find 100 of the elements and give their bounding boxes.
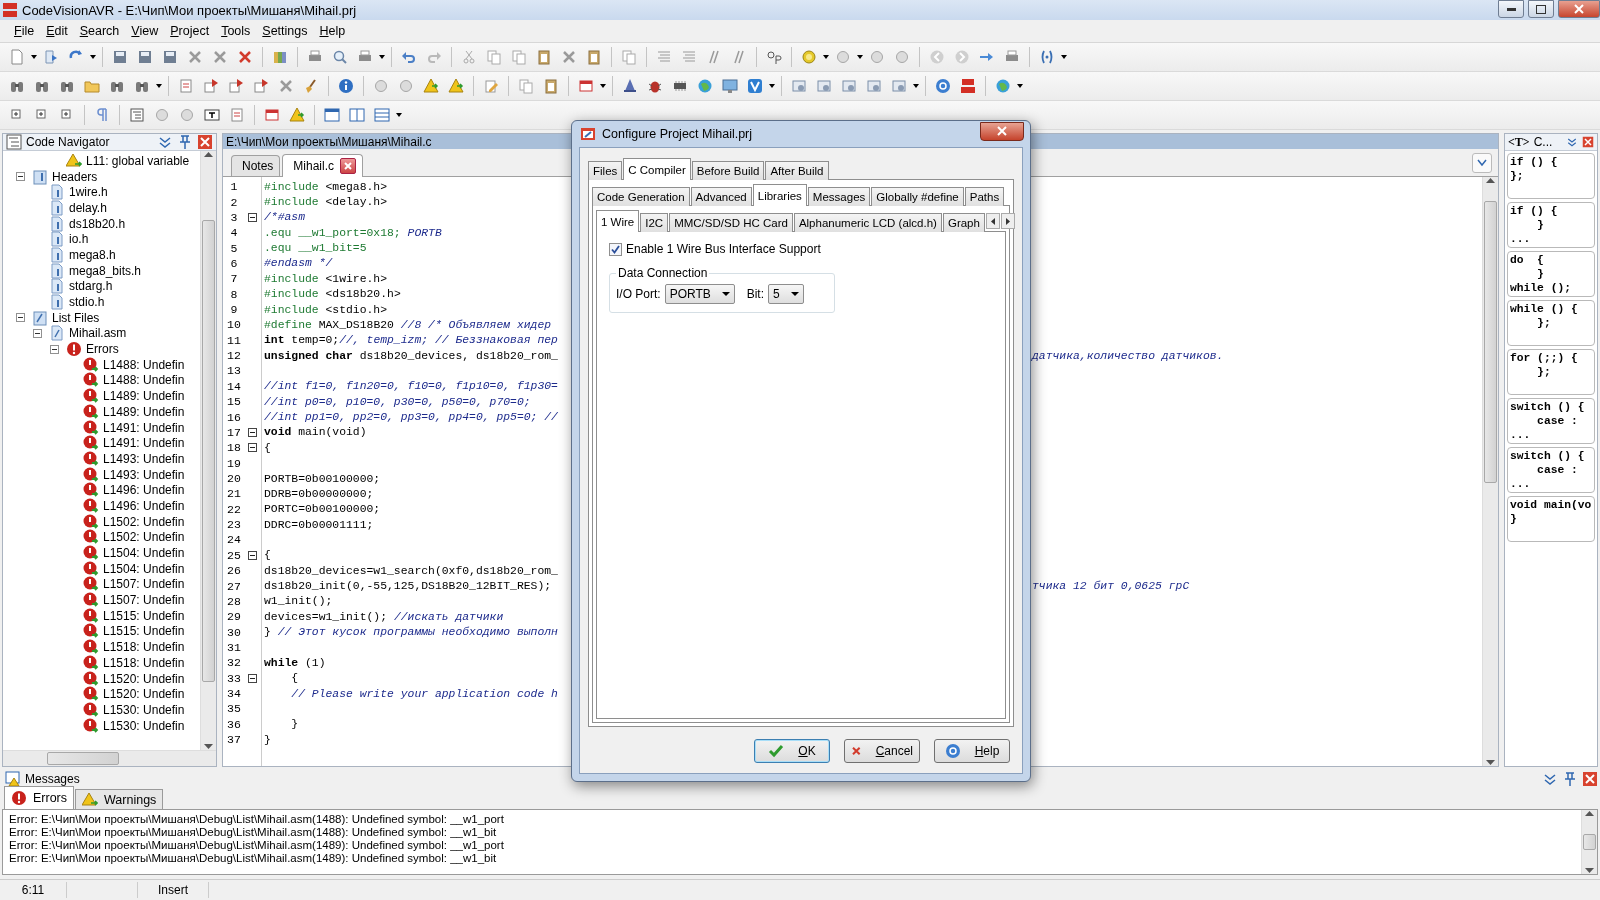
code-line: #endasm */ bbox=[264, 257, 333, 270]
tree-item[interactable]: List Files bbox=[50, 310, 102, 325]
line-number: 18 bbox=[226, 441, 242, 455]
tree-item[interactable]: L1504: Undefin bbox=[101, 546, 187, 561]
code-line: ds18b20_init(0,-55,125,DS18B20_12BIT_RES); bbox=[264, 580, 552, 592]
menu-item[interactable]: Project bbox=[164, 22, 216, 40]
tab[interactable]: Before Build bbox=[691, 161, 765, 180]
message-line[interactable]: Error: E:\Чип\Мои проекты\Мишаня\Debug\List\Mihail.asm(1489): Undefined symbol: __w1_port bbox=[9, 839, 1575, 852]
tree-item[interactable]: Headers bbox=[50, 169, 100, 184]
tree-item[interactable]: L1518: Undefin bbox=[101, 640, 187, 655]
line-number: 19 bbox=[226, 456, 242, 470]
message-line[interactable]: Error: E:\Чип\Мои проекты\Мишаня\Debug\List\Mihail.asm(1488): Undefined symbol: __w1_port bbox=[9, 813, 1575, 826]
tree-item[interactable]: stdarg.h bbox=[67, 279, 115, 294]
code-line: //int f1=0, f1n20=0, f10=0, f1p10=0, f1p30= bbox=[264, 380, 558, 393]
code-snippet[interactable]: for (;;) { }; bbox=[1507, 349, 1595, 395]
code-snippet[interactable]: do { } while (); bbox=[1507, 251, 1595, 297]
code-snippet[interactable]: if () { }; bbox=[1507, 153, 1595, 199]
menu-item[interactable]: Edit bbox=[40, 22, 74, 40]
tree-item[interactable]: L1488: Undefin bbox=[101, 373, 187, 388]
tree-item[interactable]: stdio.h bbox=[67, 295, 107, 310]
tree-item[interactable]: L1520: Undefin bbox=[101, 671, 187, 686]
tree-item[interactable]: 1wire.h bbox=[67, 185, 110, 200]
line-number: 22 bbox=[226, 502, 242, 516]
tree-item[interactable]: L1489: Undefin bbox=[101, 389, 187, 404]
tab[interactable]: C Compiler bbox=[623, 158, 691, 180]
code-line: unsigned char ds18b20_devices, ds18b20_rom_ bbox=[264, 349, 558, 362]
menu-item[interactable]: Search bbox=[73, 22, 126, 40]
tree-item[interactable]: L1507: Undefin bbox=[101, 577, 187, 592]
tree-item[interactable]: Errors bbox=[84, 342, 121, 357]
tree-item[interactable]: mega8_bits.h bbox=[67, 263, 144, 278]
panel-title: Messages bbox=[25, 772, 81, 786]
message-line[interactable]: Error: E:\Чип\Мои проекты\Мишаня\Debug\List\Mihail.asm(1489): Undefined symbol: __w1_bit bbox=[9, 852, 1575, 865]
tree-item[interactable]: L1507: Undefin bbox=[101, 593, 187, 608]
code-line: DDRB=0b00000000; bbox=[264, 487, 374, 500]
tree-item[interactable]: L1518: Undefin bbox=[101, 655, 187, 670]
tab[interactable]: Libraries bbox=[752, 184, 807, 206]
line-number: 10 bbox=[226, 318, 242, 332]
code-line: { bbox=[264, 441, 271, 454]
tree-item[interactable]: L1520: Undefin bbox=[101, 687, 187, 702]
menu-item[interactable]: Settings bbox=[256, 22, 314, 40]
tree-item[interactable]: L1491: Undefin bbox=[101, 420, 187, 435]
menu-item[interactable]: File bbox=[8, 22, 41, 40]
menu-item[interactable]: View bbox=[125, 22, 165, 40]
bit-select[interactable]: 5 bbox=[768, 284, 805, 304]
editor-tab[interactable]: Notes bbox=[231, 155, 281, 176]
tab[interactable]: Files bbox=[588, 161, 623, 180]
line-number: 26 bbox=[226, 564, 242, 578]
tree-item[interactable]: L11: global variable bbox=[84, 153, 192, 168]
code-line: } // Этот кусок программы необходимо выполн bbox=[264, 626, 558, 639]
output-tab[interactable]: Errors bbox=[4, 786, 75, 809]
tree-item[interactable]: L1530: Undefin bbox=[101, 718, 187, 733]
tab[interactable]: MMC/SD/SD HC Card bbox=[669, 213, 793, 232]
dialog-button[interactable]: Help bbox=[934, 739, 1010, 763]
line-number: 14 bbox=[226, 379, 242, 393]
tree-item[interactable]: L1493: Undefin bbox=[101, 467, 187, 482]
message-line[interactable]: Error: E:\Чип\Мои проекты\Мишаня\Debug\List\Mihail.asm(1488): Undefined symbol: __w1_bit bbox=[9, 826, 1575, 839]
checkbox-label[interactable]: Enable 1 Wire Bus Interface Support bbox=[626, 242, 821, 256]
tree-item[interactable]: L1515: Undefin bbox=[101, 608, 187, 623]
tab[interactable]: Advanced bbox=[690, 187, 752, 206]
dialog-button[interactable]: OK bbox=[754, 739, 830, 763]
tab[interactable]: Code Generation bbox=[592, 187, 690, 206]
menu-item[interactable]: Tools bbox=[215, 22, 257, 40]
tree-item[interactable]: L1489: Undefin bbox=[101, 404, 187, 419]
menu-item[interactable]: Help bbox=[313, 22, 352, 40]
port-select[interactable]: PORTB bbox=[664, 284, 735, 304]
output-tab[interactable]: Warnings bbox=[75, 789, 164, 809]
tree-item[interactable]: L1515: Undefin bbox=[101, 624, 187, 639]
tree-item[interactable]: L1496: Undefin bbox=[101, 483, 187, 498]
tab[interactable]: I2C bbox=[640, 213, 669, 232]
dialog-button[interactable]: Cancel bbox=[844, 739, 920, 763]
tree-item[interactable]: mega8.h bbox=[67, 247, 118, 262]
code-snippet[interactable]: switch () { case : ... bbox=[1507, 398, 1595, 444]
tree-item[interactable]: L1488: Undefin bbox=[101, 357, 187, 372]
panel-title: C... bbox=[1533, 135, 1554, 149]
tree-item[interactable]: io.h bbox=[67, 232, 91, 247]
line-number: 33 bbox=[226, 671, 242, 685]
tab[interactable]: After Build bbox=[765, 161, 829, 180]
code-line: //int p0=0, p10=0, p30=0, p50=0, p70=0; bbox=[264, 395, 531, 408]
code-snippet[interactable]: while () { }; bbox=[1507, 300, 1595, 346]
tab[interactable]: Paths bbox=[964, 187, 1005, 206]
tree-item[interactable]: delay.h bbox=[67, 200, 109, 215]
tree-item[interactable]: L1491: Undefin bbox=[101, 436, 187, 451]
tab[interactable]: 1 Wire bbox=[596, 210, 640, 232]
tree-item[interactable]: L1502: Undefin bbox=[101, 514, 187, 529]
tree-item[interactable]: L1530: Undefin bbox=[101, 702, 187, 717]
tab[interactable]: Graph bbox=[942, 213, 985, 232]
tree-item[interactable]: L1504: Undefin bbox=[101, 561, 187, 576]
tab[interactable]: Globally #define bbox=[871, 187, 964, 206]
tab[interactable]: Messages bbox=[807, 187, 871, 206]
tree-item[interactable]: Mihail.asm bbox=[67, 326, 129, 341]
tree-item[interactable]: L1496: Undefin bbox=[101, 498, 187, 513]
tree-item[interactable]: L1502: Undefin bbox=[101, 530, 187, 545]
code-snippet[interactable]: switch () { case : ... bbox=[1507, 447, 1595, 493]
editor-tab[interactable]: Mihail.c bbox=[282, 154, 364, 177]
code-snippet[interactable]: if () { } ... bbox=[1507, 202, 1595, 248]
code-comment: тчика 12 бит 0,0625 грС bbox=[1032, 580, 1191, 592]
code-snippet[interactable]: void main(vo } bbox=[1507, 496, 1595, 542]
tree-item[interactable]: L1493: Undefin bbox=[101, 451, 187, 466]
tree-item[interactable]: ds18b20.h bbox=[67, 216, 128, 231]
tab[interactable]: Alphanumeric LCD (alcd.h) bbox=[793, 213, 942, 232]
